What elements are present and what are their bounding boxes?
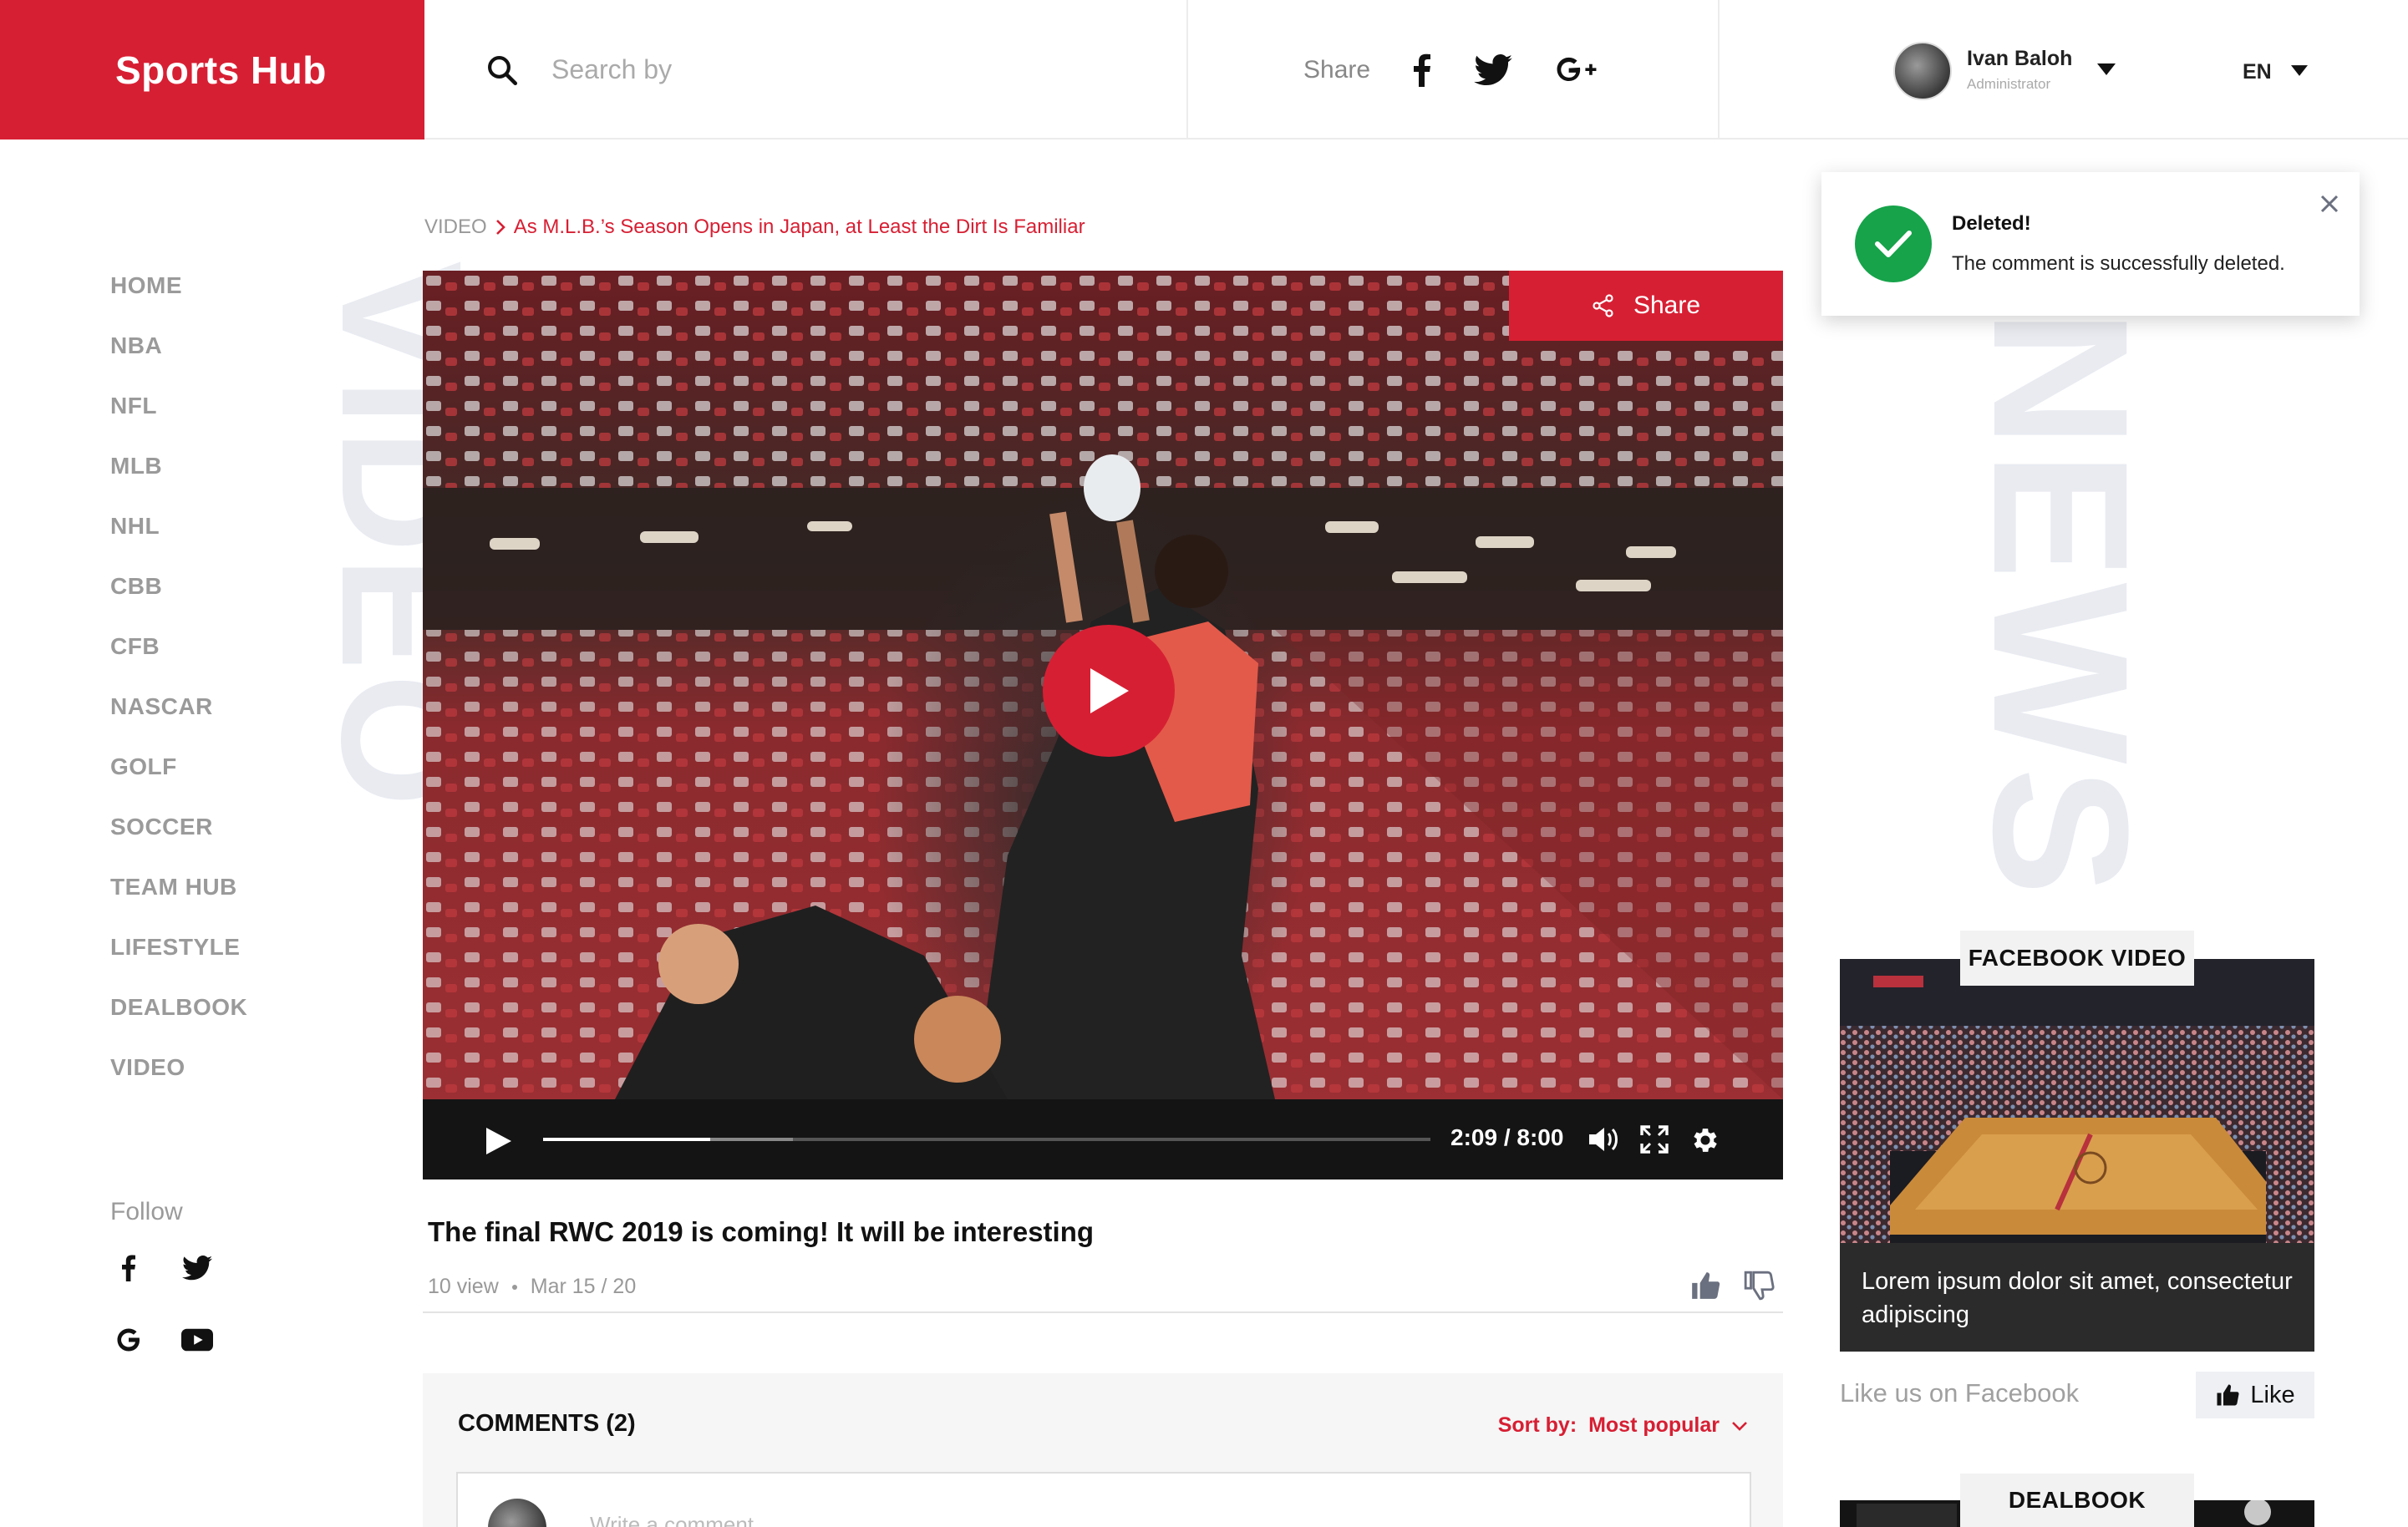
toast-message: The comment is successfully deleted. (1952, 252, 2285, 275)
publish-date: Mar 15 / 20 (530, 1275, 637, 1298)
comment-input[interactable] (590, 1512, 1676, 1527)
sidebar-item-golf[interactable]: GOLF (110, 750, 247, 810)
sidebar-item-video[interactable]: VIDEO (110, 1051, 247, 1111)
like-button-label: Like (2250, 1381, 2295, 1408)
user-role: Administrator (1967, 76, 2051, 92)
player-controls: 2:09 / 8:00 (423, 1099, 1783, 1179)
video-player[interactable]: Share 2:09 / 8:00 (423, 271, 1783, 1179)
sort-value[interactable]: Most popular (1588, 1413, 1720, 1438)
breadcrumb-current[interactable]: As M.L.B.’s Season Opens in Japan, at Le… (514, 216, 1085, 239)
twitter-icon[interactable] (1474, 52, 1512, 89)
thumbs-down-icon[interactable] (1743, 1270, 1775, 1301)
breadcrumb: VIDEO As M.L.B.’s Season Opens in Japan,… (424, 216, 1085, 239)
sidebar-item-cfb[interactable]: CFB (110, 630, 247, 690)
language-selector[interactable]: EN (2243, 60, 2272, 84)
facebook-video-caption[interactable]: Lorem ipsum dolor sit amet, consectetur … (1862, 1265, 2296, 1332)
volume-icon[interactable] (1588, 1124, 1619, 1154)
facebook-video-thumbnail[interactable] (1840, 959, 2314, 1243)
thumbs-up-icon (2217, 1384, 2239, 1406)
avatar (488, 1499, 546, 1527)
user-menu[interactable]: Ivan Baloh Administrator EN (1720, 0, 2408, 140)
progress-bar[interactable] (543, 1138, 1430, 1141)
like-us-label: Like us on Facebook (1840, 1378, 2080, 1408)
video-title: The final RWC 2019 is coming! It will be… (428, 1216, 1095, 1247)
video-meta: 10 view Mar 15 / 20 (428, 1275, 636, 1299)
view-count: 10 view (428, 1275, 499, 1298)
background-word-news: NEWS (1953, 309, 2168, 899)
divider (423, 1311, 1783, 1313)
sidebar-item-soccer[interactable]: SOCCER (110, 810, 247, 870)
sidebar-item-nfl[interactable]: NFL (110, 389, 247, 449)
chevron-down-icon[interactable] (2097, 63, 2116, 75)
chevron-down-icon[interactable] (2291, 65, 2308, 76)
logo-text[interactable]: Sports Hub (115, 48, 327, 93)
fullscreen-icon[interactable] (1639, 1124, 1669, 1154)
sort-label: Sort by: (1497, 1413, 1577, 1437)
google-plus-icon[interactable] (1556, 52, 1598, 89)
sidebar-item-nba[interactable]: NBA (110, 329, 247, 389)
toast-title: Deleted! (1952, 212, 2031, 235)
close-icon[interactable] (2319, 194, 2339, 214)
facebook-video-card[interactable]: Lorem ipsum dolor sit amet, consectetur … (1840, 959, 2314, 1352)
share-button[interactable]: Share (1509, 271, 1783, 341)
follow-label: Follow (110, 1198, 183, 1225)
play-overlay-button[interactable] (1043, 625, 1175, 757)
user-name[interactable]: Ivan Baloh (1967, 47, 2072, 71)
success-check-icon (1855, 205, 1932, 282)
breadcrumb-root[interactable]: VIDEO (424, 216, 487, 239)
settings-gear-icon[interactable] (1689, 1124, 1721, 1156)
play-icon (1090, 668, 1129, 713)
top-header: Sports Hub Share Ivan Baloh Administrato… (0, 0, 2408, 140)
play-icon[interactable] (483, 1126, 513, 1156)
twitter-icon[interactable] (179, 1250, 216, 1286)
sidebar-item-nhl[interactable]: NHL (110, 510, 247, 570)
avatar[interactable] (1893, 42, 1952, 100)
sidebar-item-mlb[interactable]: MLB (110, 449, 247, 510)
sidebar-item-team-hub[interactable]: TEAM HUB (110, 870, 247, 931)
meta-separator (511, 1284, 517, 1290)
sidebar-nav: HOME NBA NFL MLB NHL CBB CFB NASCAR GOLF… (110, 269, 247, 1111)
logo[interactable]: Sports Hub (0, 0, 424, 140)
comment-composer (456, 1472, 1751, 1527)
comments-title: COMMENTS (2) (458, 1410, 636, 1437)
facebook-video-label: FACEBOOK VIDEO (1960, 931, 2194, 986)
search-input[interactable] (551, 54, 1053, 85)
sort-dropdown[interactable]: Sort by: Most popular (1498, 1413, 1748, 1438)
google-icon[interactable] (110, 1322, 147, 1358)
share-button-label: Share (1633, 292, 1701, 319)
share-icon (1593, 294, 1613, 317)
youtube-icon[interactable] (179, 1322, 216, 1358)
chevron-down-icon[interactable] (1731, 1421, 1748, 1431)
share-bar: Share (1188, 0, 1720, 140)
dealbook-label: DEALBOOK (1960, 1474, 2194, 1527)
time-display: 2:09 / 8:00 (1450, 1124, 1564, 1150)
sidebar-item-lifestyle[interactable]: LIFESTYLE (110, 931, 247, 991)
toast-notification: Deleted! The comment is successfully del… (1821, 172, 2360, 316)
sidebar-item-dealbook[interactable]: DEALBOOK (110, 991, 247, 1051)
chevron-right-icon (495, 220, 505, 235)
search-bar (424, 0, 1188, 140)
share-label: Share (1303, 55, 1371, 84)
facebook-icon[interactable] (110, 1250, 147, 1286)
sidebar-item-cbb[interactable]: CBB (110, 570, 247, 630)
sidebar-item-home[interactable]: HOME (110, 269, 247, 329)
progress-played (543, 1138, 710, 1141)
comments-section: COMMENTS (2) Sort by: Most popular (423, 1373, 1783, 1527)
facebook-icon[interactable] (1414, 52, 1431, 89)
thumbs-up-icon[interactable] (1689, 1270, 1721, 1301)
search-icon[interactable] (485, 53, 520, 88)
facebook-like-button[interactable]: Like (2196, 1372, 2314, 1418)
sidebar-item-nascar[interactable]: NASCAR (110, 690, 247, 750)
